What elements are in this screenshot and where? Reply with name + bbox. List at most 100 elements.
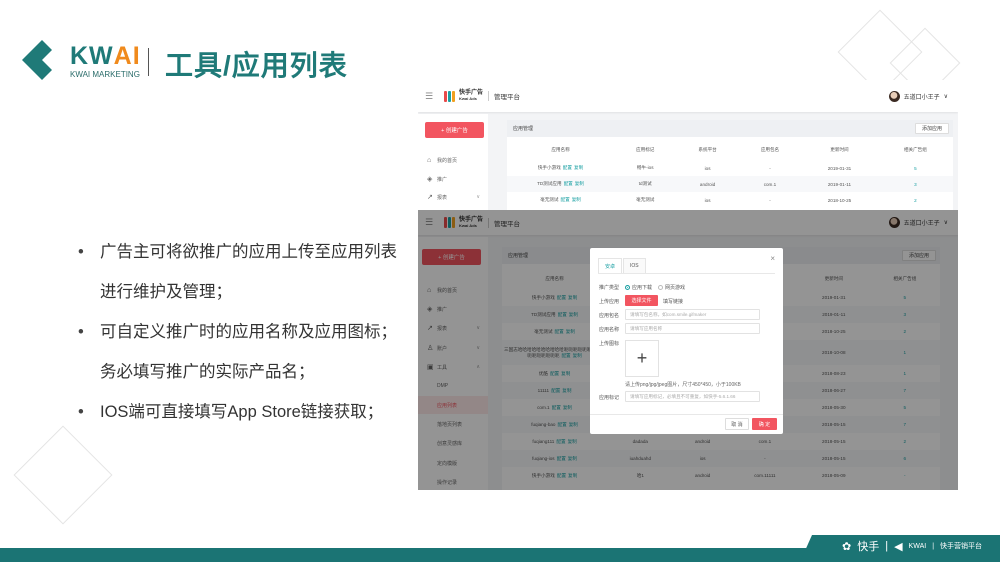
kuaishou-text: 快手: [857, 541, 880, 553]
cell-text[interactable]: 5: [914, 166, 917, 171]
cell-name: 毫无测试 配置 复制: [507, 192, 614, 208]
radio-web-game[interactable]: 网页游戏: [658, 284, 685, 291]
cell-package: -: [739, 192, 801, 208]
menu-icon[interactable]: ☰: [425, 91, 434, 102]
kuaishou-logo-icon: ✿: [842, 540, 852, 553]
user-menu[interactable]: 五道口小王子 ∨: [888, 90, 948, 102]
choose-file-button[interactable]: 选择文件: [625, 295, 658, 306]
column-header: 相关广告组: [903, 147, 927, 152]
close-icon[interactable]: ×: [770, 254, 775, 263]
cell-text: ios: [704, 165, 711, 171]
cell-text: 2019-01-31: [827, 165, 852, 171]
copy-link[interactable]: 复制: [572, 197, 581, 202]
app-tag-label: 应用标记: [599, 395, 620, 401]
bullet-item: 广告主可将欲推广的应用上传至应用列表进行维护及管理；: [78, 232, 408, 312]
cell-text[interactable]: 2: [914, 198, 917, 203]
avatar: [888, 90, 900, 102]
table-row: 毫无测试配置复制毫无测试ios-2018-10-252: [507, 192, 953, 208]
slide-title: 工具/应用列表: [165, 50, 348, 81]
tab-android[interactable]: 安卓: [598, 258, 623, 273]
sidebar: + 创建广告 ⌂ 我的首页 ◈ 推广 ↗ 报表 ∨: [418, 114, 488, 210]
cell-updated: 2018-10-25: [801, 192, 878, 208]
fill-link-button[interactable]: 填写链接: [663, 298, 683, 305]
column-header: 更新时间: [830, 147, 849, 152]
cell-adgroups: 2: [878, 192, 953, 208]
app-tag-input[interactable]: 请填写应用标记，必填且不可重复，如快手-5.6.1.66: [625, 391, 760, 402]
promo-type-label: 推广类型: [599, 285, 620, 291]
table-row: 快手小游戏配置复制 畅牛-ios ios - 2019-01-31 5: [507, 160, 953, 176]
kwai-logo-subtitle: KWAI MARKETING: [70, 70, 140, 79]
cell-text: -: [769, 197, 771, 203]
copy-link[interactable]: 复制: [575, 181, 584, 186]
cell-tag: 毫无测试: [614, 192, 676, 208]
radio-unchecked-icon: [658, 285, 663, 291]
kwai-logo-icon: ◀: [894, 540, 903, 553]
upload-icon-label: 上传图标: [599, 341, 620, 347]
platform-title: 管理平台: [494, 94, 521, 101]
sidebar-item-promote[interactable]: ◈ 推广: [418, 170, 488, 188]
cell-text: 快手小游戏: [537, 165, 561, 170]
cell-text: td测试: [638, 181, 652, 186]
cell-text: android: [699, 181, 716, 187]
label: 推广: [437, 176, 448, 183]
copy-link[interactable]: 复制: [574, 165, 583, 170]
app-name-input[interactable]: 请填写应用名称: [625, 323, 760, 334]
sidebar-item-home[interactable]: ⌂ 我的首页: [418, 151, 488, 169]
column-header: 系统平台: [698, 147, 717, 152]
upload-icon-button[interactable]: +: [625, 340, 659, 377]
table-row: TD测试应用配置复制 td测试 android com.1 2019-01-11 3: [507, 176, 953, 192]
column-header: 应用包名: [760, 147, 780, 152]
kwai-text: KWAI: [908, 542, 927, 550]
radio-checked-icon: [625, 285, 630, 291]
plus-icon: +: [636, 348, 648, 368]
kwai-logo-text: KWAI: [70, 42, 141, 70]
divider: [598, 273, 775, 274]
package-name-input[interactable]: 请填写包名称，如com.smile.gifmaker: [625, 309, 760, 320]
footer-brand: ✿ 快手 | ◀ KWAI | 快手营销平台: [842, 538, 982, 554]
column-header: 应用名称: [551, 147, 570, 152]
config-link[interactable]: 配置: [561, 197, 570, 202]
divider: [488, 91, 490, 101]
chart-icon: ↗: [427, 194, 433, 201]
config-link[interactable]: 配置: [563, 165, 572, 170]
panel-header: 应用管理 添加应用: [507, 120, 953, 137]
cell-name: TD测试应用 配置 复制: [507, 176, 614, 192]
kwai-ads-logo-icon: [444, 90, 455, 102]
cell-package: -: [739, 160, 801, 176]
cell-text[interactable]: 3: [914, 182, 917, 187]
column-header: 应用标记: [636, 147, 655, 152]
app-name-label: 应用名称: [599, 327, 620, 333]
add-app-button[interactable]: 添加应用: [914, 123, 949, 134]
config-link[interactable]: 配置: [564, 181, 573, 186]
sidebar-item-report[interactable]: ↗ 报表 ∨: [418, 188, 488, 206]
divider: [148, 48, 149, 76]
cell-text: com.1: [763, 181, 777, 187]
app-table: 应用名称应用标记系统平台应用包名更新时间相关广告组快手小游戏配置复制畅牛-ios…: [507, 140, 953, 208]
radio-app-download[interactable]: 应用下载: [625, 284, 652, 291]
top-header: ☰ 快手广告 Kwai Ads 管理平台 五道口小王子 ∨: [418, 80, 958, 112]
screenshot-add-app-modal: ☰ 快手广告 Kwai Ads 管理平台 五道口小王子 ∨ + 创建广告 ⌂ 我的首页…: [418, 210, 958, 490]
tab-ios[interactable]: IOS: [623, 258, 646, 273]
cell-platform: android: [676, 176, 738, 192]
icon-hint: 请上传png/jpg/jpeg图片，尺寸450*450，小于100KB: [625, 382, 741, 388]
cancel-button[interactable]: 取 消: [725, 418, 749, 430]
cell-text: 2018-10-25: [827, 197, 852, 203]
divider: |: [932, 542, 935, 550]
chevron-down-icon: ∨: [943, 93, 948, 100]
divider: [590, 414, 783, 415]
kwai-logo-icon: [22, 40, 52, 80]
cell-text: 2019-01-11: [827, 181, 852, 187]
cell-tag: td测试: [614, 176, 676, 192]
bullet-list: 广告主可将欲推广的应用上传至应用列表进行维护及管理； 可自定义推广时的应用名称及…: [78, 232, 408, 432]
package-name-label: 应用包名: [599, 313, 620, 319]
create-ad-button[interactable]: + 创建广告: [425, 122, 484, 138]
cell-text: 毫无测试: [636, 197, 655, 202]
layers-icon: ◈: [427, 176, 433, 183]
cell-package: com.1: [739, 176, 801, 192]
label: 我的首页: [437, 157, 458, 164]
bullet-item: 可自定义推广时的应用名称及应用图标；务必填写推广的实际产品名；: [78, 312, 408, 392]
confirm-button[interactable]: 确 定: [752, 418, 777, 430]
user-name: 五道口小王子: [903, 94, 940, 101]
upload-app-label: 上传应用: [599, 299, 620, 305]
home-icon: ⌂: [427, 156, 432, 164]
